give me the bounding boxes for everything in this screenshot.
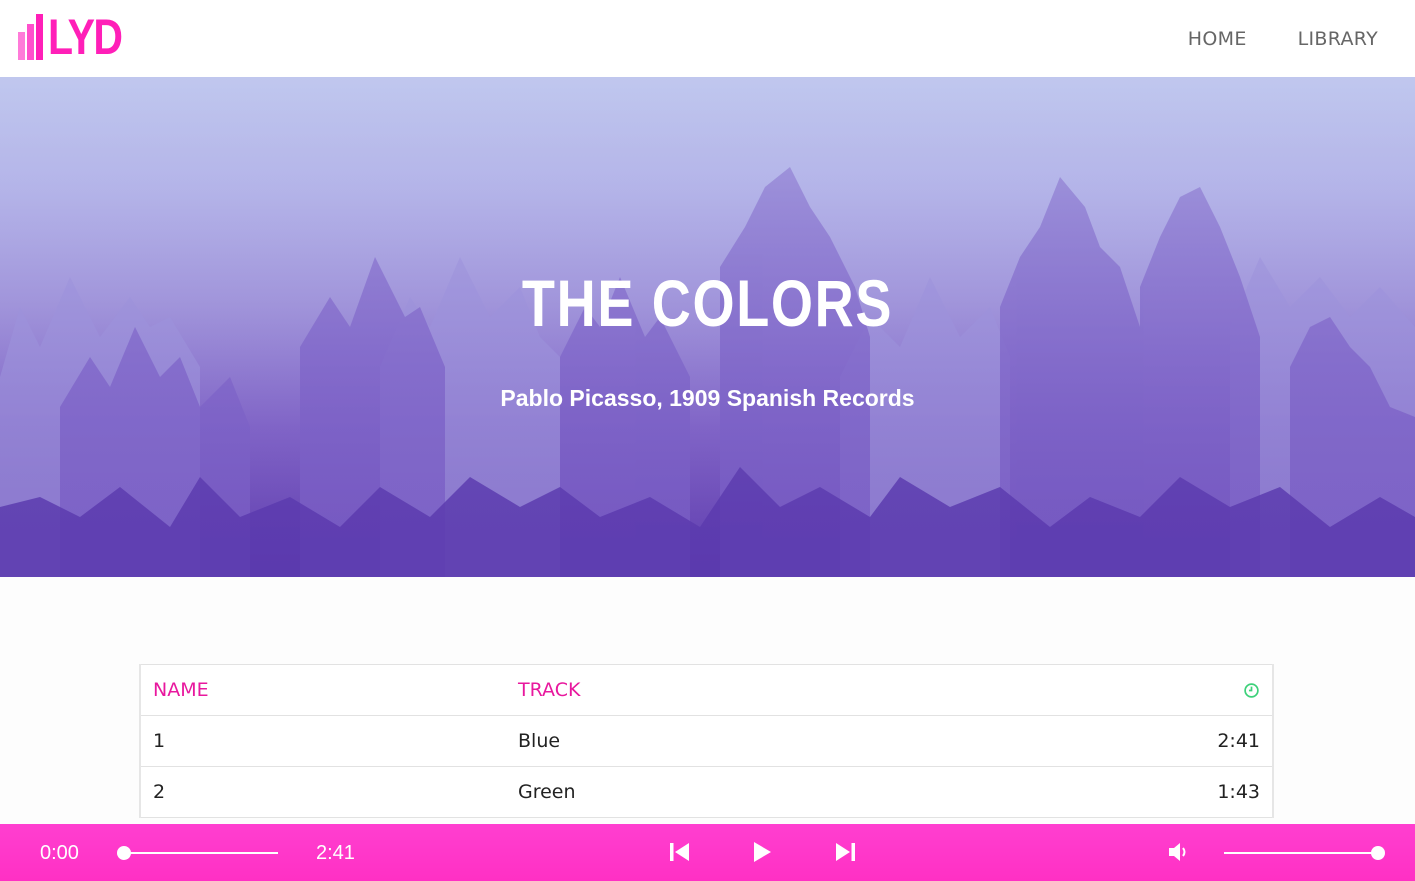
track-duration: 1:43 — [1133, 766, 1273, 818]
album-title: THE COLORS — [521, 266, 894, 340]
track-title: Blue — [506, 715, 1133, 767]
logo-text: LYD — [48, 9, 123, 65]
skip-forward-icon[interactable] — [832, 839, 858, 865]
column-header-duration[interactable] — [1133, 664, 1273, 716]
track-number: 1 — [140, 715, 506, 767]
nav-library-link[interactable]: LIBRARY — [1298, 28, 1378, 50]
main-nav: HOME LIBRARY — [1188, 28, 1378, 50]
nav-home-link[interactable]: HOME — [1188, 28, 1247, 50]
top-header: LYD HOME LIBRARY — [0, 0, 1415, 77]
volume-slider-track[interactable] — [1224, 852, 1378, 854]
progress-slider-knob[interactable] — [117, 846, 131, 860]
logo-bars-icon — [18, 14, 45, 60]
clock-icon — [1244, 683, 1259, 698]
skip-back-icon[interactable] — [667, 839, 693, 865]
table-header-row: NAME TRACK — [140, 664, 1273, 716]
album-hero: THE COLORS Pablo Picasso, 1909 Spanish R… — [0, 77, 1415, 577]
column-header-name[interactable]: NAME — [140, 664, 506, 716]
track-number: 2 — [140, 766, 506, 818]
track-title: Green — [506, 766, 1133, 818]
table-row[interactable]: 1 Blue 2:41 — [140, 715, 1273, 767]
volume-slider-knob[interactable] — [1371, 846, 1385, 860]
current-time: 0:00 — [40, 842, 79, 864]
column-header-track[interactable]: TRACK — [506, 664, 1133, 716]
album-subtitle: Pablo Picasso, 1909 Spanish Records — [500, 385, 915, 411]
track-table: NAME TRACK 1 Blue 2:41 2 Green 1:43 — [139, 664, 1274, 818]
player-bar: 0:00 2:41 — [0, 824, 1415, 881]
play-icon[interactable] — [749, 839, 775, 865]
progress-slider-track[interactable] — [124, 852, 278, 854]
volume-icon[interactable] — [1166, 839, 1192, 865]
table-row[interactable]: 2 Green 1:43 — [140, 766, 1273, 818]
track-duration: 2:41 — [1133, 715, 1273, 767]
logo[interactable]: LYD — [18, 9, 137, 65]
total-time: 2:41 — [316, 842, 355, 864]
